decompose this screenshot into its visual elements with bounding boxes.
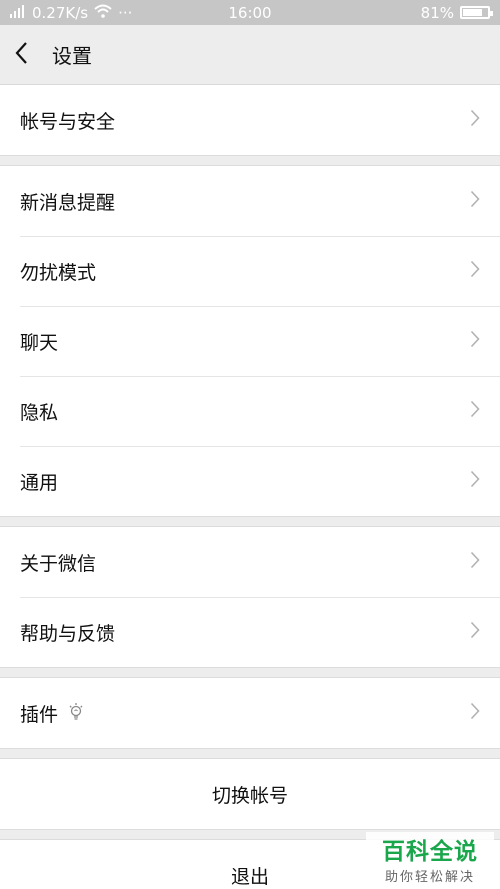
- battery-percent: 81%: [420, 3, 454, 22]
- settings-item[interactable]: 帮助与反馈: [0, 597, 500, 667]
- divider: [0, 155, 500, 166]
- network-speed: 0.27K/s: [32, 3, 89, 22]
- settings-item-label: 隐私: [20, 401, 59, 424]
- chevron-right-icon: [470, 260, 480, 282]
- chevron-right-icon: [470, 470, 480, 492]
- settings-group: 新消息提醒勿扰模式聊天隐私通用: [0, 166, 500, 516]
- chevron-right-icon: [470, 190, 480, 212]
- wifi-icon: [94, 4, 112, 22]
- more-icon: ···: [118, 3, 133, 22]
- settings-group: 关于微信 帮助与反馈: [0, 527, 500, 667]
- settings-item[interactable]: 新消息提醒: [0, 166, 500, 236]
- settings-item-label: 通用: [20, 471, 59, 494]
- settings-list: 帐号与安全新消息提醒勿扰模式聊天隐私通用关于微信帮助与反馈插件: [0, 85, 500, 748]
- signal-icon: [10, 4, 26, 22]
- settings-item[interactable]: 通用: [0, 446, 500, 516]
- settings-item[interactable]: 隐私: [0, 376, 500, 446]
- divider: [0, 748, 500, 759]
- chevron-right-icon: [470, 702, 480, 724]
- clock: 16:00: [228, 3, 272, 22]
- settings-item-label: 帐号与安全: [20, 110, 116, 133]
- settings-item-label: 插件: [20, 703, 59, 726]
- page-title: 设置: [52, 44, 92, 68]
- settings-item[interactable]: 勿扰模式: [0, 236, 500, 306]
- chevron-right-icon: [470, 400, 480, 422]
- nav-bar: 设置: [0, 25, 500, 85]
- settings-item-label: 关于微信: [20, 552, 97, 575]
- divider: [0, 667, 500, 678]
- watermark-logo: 百科全说 助你轻松解决: [366, 832, 494, 885]
- battery-icon: [460, 6, 493, 19]
- settings-item[interactable]: 帐号与安全: [0, 85, 500, 155]
- chevron-right-icon: [470, 551, 480, 573]
- chevron-left-icon: [14, 41, 28, 69]
- bulb-icon: [68, 702, 84, 725]
- back-button[interactable]: [14, 40, 38, 70]
- settings-item[interactable]: 关于微信: [0, 527, 500, 597]
- settings-group: 插件: [0, 678, 500, 748]
- chevron-right-icon: [470, 330, 480, 352]
- settings-item[interactable]: 聊天: [0, 306, 500, 376]
- settings-item-label: 聊天: [20, 331, 59, 354]
- chevron-right-icon: [470, 109, 480, 131]
- chevron-right-icon: [470, 621, 480, 643]
- settings-item-label: 帮助与反馈: [20, 622, 116, 645]
- watermark-subtitle: 助你轻松解决: [384, 870, 475, 885]
- status-bar: 0.27K/s ··· 16:00 81%: [0, 0, 500, 25]
- settings-group: 帐号与安全: [0, 85, 500, 155]
- settings-item[interactable]: 插件: [0, 678, 500, 748]
- divider: [0, 516, 500, 527]
- switch-account-button[interactable]: 切换帐号: [0, 759, 500, 829]
- settings-item-label: 勿扰模式: [20, 261, 97, 284]
- settings-item-label: 新消息提醒: [20, 191, 116, 214]
- watermark-title: 百科全说: [382, 839, 478, 865]
